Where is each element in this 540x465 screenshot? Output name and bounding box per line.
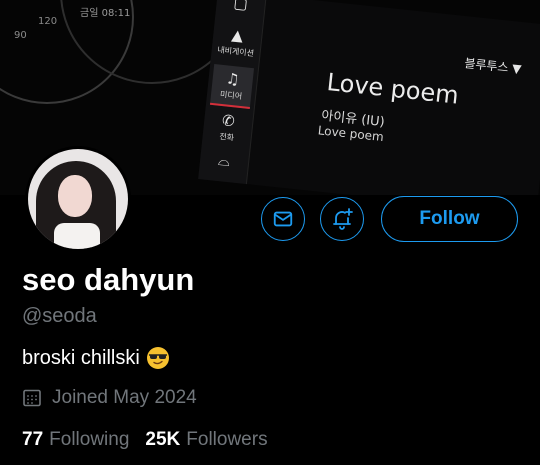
sidebar-item-media: ♫ 미디어 bbox=[209, 64, 255, 109]
calendar-icon bbox=[23, 389, 41, 407]
sidebar-item-label: 내비게이션 bbox=[216, 45, 255, 59]
sidebar-item-home: ▢ bbox=[220, 0, 262, 16]
follow-stats: 77 Following 25K Followers bbox=[22, 429, 268, 451]
song-title: Love poem bbox=[325, 67, 461, 110]
square-icon: ▢ bbox=[232, 0, 249, 14]
cluster-info-text: 금일 08:11 bbox=[80, 8, 131, 19]
joined-date: Joined May 2024 bbox=[22, 387, 197, 409]
following-count: 77 bbox=[22, 429, 44, 450]
phone-icon: ✆ bbox=[221, 111, 236, 131]
following-label: Following bbox=[49, 429, 130, 450]
followers-label: Followers bbox=[186, 429, 268, 450]
gauge-number: 120 bbox=[38, 16, 58, 27]
navigation-arrow-icon: ▲ bbox=[230, 25, 245, 45]
profile-bio: broski chillski bbox=[22, 346, 170, 370]
followers-link[interactable]: 25K Followers bbox=[145, 429, 267, 451]
followers-count: 25K bbox=[145, 429, 181, 450]
sidebar-item-navigation: ▲ 내비게이션 bbox=[215, 24, 258, 59]
sunglasses-emoji-icon bbox=[146, 346, 170, 370]
bell-plus-icon bbox=[333, 208, 353, 230]
sidebar-item-car: ⌓ bbox=[203, 150, 245, 174]
joined-text: Joined May 2024 bbox=[52, 387, 197, 408]
gauge-number: 90 bbox=[14, 30, 27, 41]
bio-text: broski chillski bbox=[22, 346, 140, 369]
sidebar-item-phone: ✆ 전화 bbox=[206, 110, 249, 145]
bluetooth-source-label: 블루투스 ▼ bbox=[463, 56, 523, 77]
follow-button[interactable]: Follow bbox=[381, 196, 518, 242]
car-infotainment-screen: ▢ ▲ 내비게이션 ♫ 미디어 ✆ 전화 ⌓ 블루투스 ▼ Love poem … bbox=[198, 0, 540, 195]
car-icon: ⌓ bbox=[217, 151, 232, 171]
envelope-icon bbox=[273, 211, 293, 227]
sidebar-item-label: 미디어 bbox=[219, 89, 243, 102]
sidebar-item-label: 전화 bbox=[218, 131, 235, 143]
message-button[interactable] bbox=[261, 197, 305, 241]
user-handle: @seoda bbox=[22, 305, 97, 327]
avatar[interactable] bbox=[25, 146, 131, 252]
avatar-photo bbox=[28, 149, 128, 249]
following-link[interactable]: 77 Following bbox=[22, 429, 129, 451]
music-note-icon: ♫ bbox=[225, 69, 241, 89]
display-name: seo dahyun bbox=[22, 262, 195, 297]
notifications-button[interactable] bbox=[320, 197, 364, 241]
